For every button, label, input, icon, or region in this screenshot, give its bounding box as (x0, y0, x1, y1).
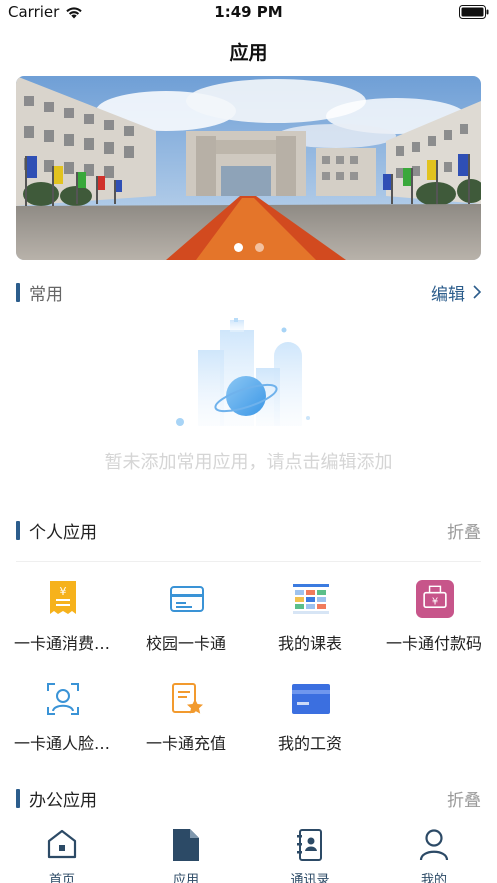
section-marker (16, 282, 20, 302)
app-card-recharge[interactable]: 一卡通充值 (124, 680, 248, 762)
tab-home[interactable]: 首页 (0, 827, 124, 883)
tab-contacts[interactable]: 通讯录 (248, 827, 372, 883)
status-bar: Carrier 1:49 PM (0, 0, 497, 26)
apps-icon (171, 829, 201, 861)
recharge-icon (168, 680, 206, 718)
collapse-personal-button[interactable]: 折叠 (447, 518, 481, 543)
salary-icon (292, 680, 330, 718)
contacts-icon (295, 829, 325, 861)
timetable-icon (292, 580, 330, 618)
page-title: 应用 (229, 42, 268, 64)
campus-gate-image (16, 76, 481, 260)
section-personal-header: 个人应用 折叠 (16, 518, 481, 543)
tab-profile-label: 我的 (420, 873, 447, 883)
app-card-timetable[interactable]: 我的课表 (248, 580, 372, 662)
tab-apps[interactable]: 应用 (124, 827, 248, 883)
empty-state-illustration (176, 318, 310, 426)
carousel-dot-active[interactable] (233, 243, 243, 252)
tab-bar: 首页 应用 通讯录 我的 (0, 821, 497, 883)
section-common-title: 常用 (29, 284, 63, 305)
face-scan-icon (44, 680, 82, 718)
clock: 1:49 PM (214, 3, 283, 21)
app-label: 我的课表 (277, 634, 342, 653)
svg-text:¥: ¥ (60, 585, 67, 598)
app-label: 一卡通充值 (145, 734, 226, 753)
edit-button-label: 编辑 (431, 284, 465, 305)
tab-apps-label: 应用 (172, 873, 199, 883)
battery-icon (459, 5, 489, 19)
section-divider (16, 561, 481, 562)
payment-code-icon: ¥ (416, 580, 454, 618)
app-label: 校园一卡通 (145, 634, 226, 653)
section-marker (16, 520, 20, 540)
app-card-salary[interactable]: 我的工资 (248, 680, 372, 762)
app-card-payment-code[interactable]: ¥ 一卡通付款码 (372, 580, 496, 662)
tab-contacts-label: 通讯录 (290, 873, 330, 883)
section-personal-title: 个人应用 (29, 522, 97, 543)
tab-home-label: 首页 (48, 873, 75, 883)
app-label: 我的工资 (277, 734, 342, 753)
carousel-indicator[interactable] (16, 243, 481, 252)
section-office-title: 办公应用 (29, 790, 97, 811)
banner-carousel[interactable] (16, 76, 481, 260)
app-card-face[interactable]: 一卡通人脸… (0, 680, 124, 762)
home-icon (47, 829, 77, 861)
collapse-office-button[interactable]: 折叠 (447, 786, 481, 811)
section-common-header: 常用 编辑 (16, 280, 481, 305)
svg-text:¥: ¥ (432, 596, 438, 607)
carousel-dot[interactable] (254, 243, 264, 252)
chevron-right-icon (473, 285, 481, 299)
app-label: 一卡通付款码 (385, 634, 482, 653)
app-card-consumption[interactable]: ¥ 一卡通消费… (0, 580, 124, 662)
app-label: 一卡通消费… (13, 634, 110, 653)
section-marker (16, 788, 20, 808)
edit-button[interactable]: 编辑 (431, 280, 481, 305)
receipt-icon: ¥ (44, 580, 82, 618)
section-office-header: 办公应用 折叠 (16, 786, 481, 811)
card-icon (168, 580, 206, 618)
empty-state-text: 暂未添加常用应用，请点击编辑添加 (104, 452, 393, 473)
app-card-campus-card[interactable]: 校园一卡通 (124, 580, 248, 662)
profile-icon (419, 829, 449, 861)
app-label: 一卡通人脸… (13, 734, 110, 753)
tab-profile[interactable]: 我的 (372, 827, 496, 883)
